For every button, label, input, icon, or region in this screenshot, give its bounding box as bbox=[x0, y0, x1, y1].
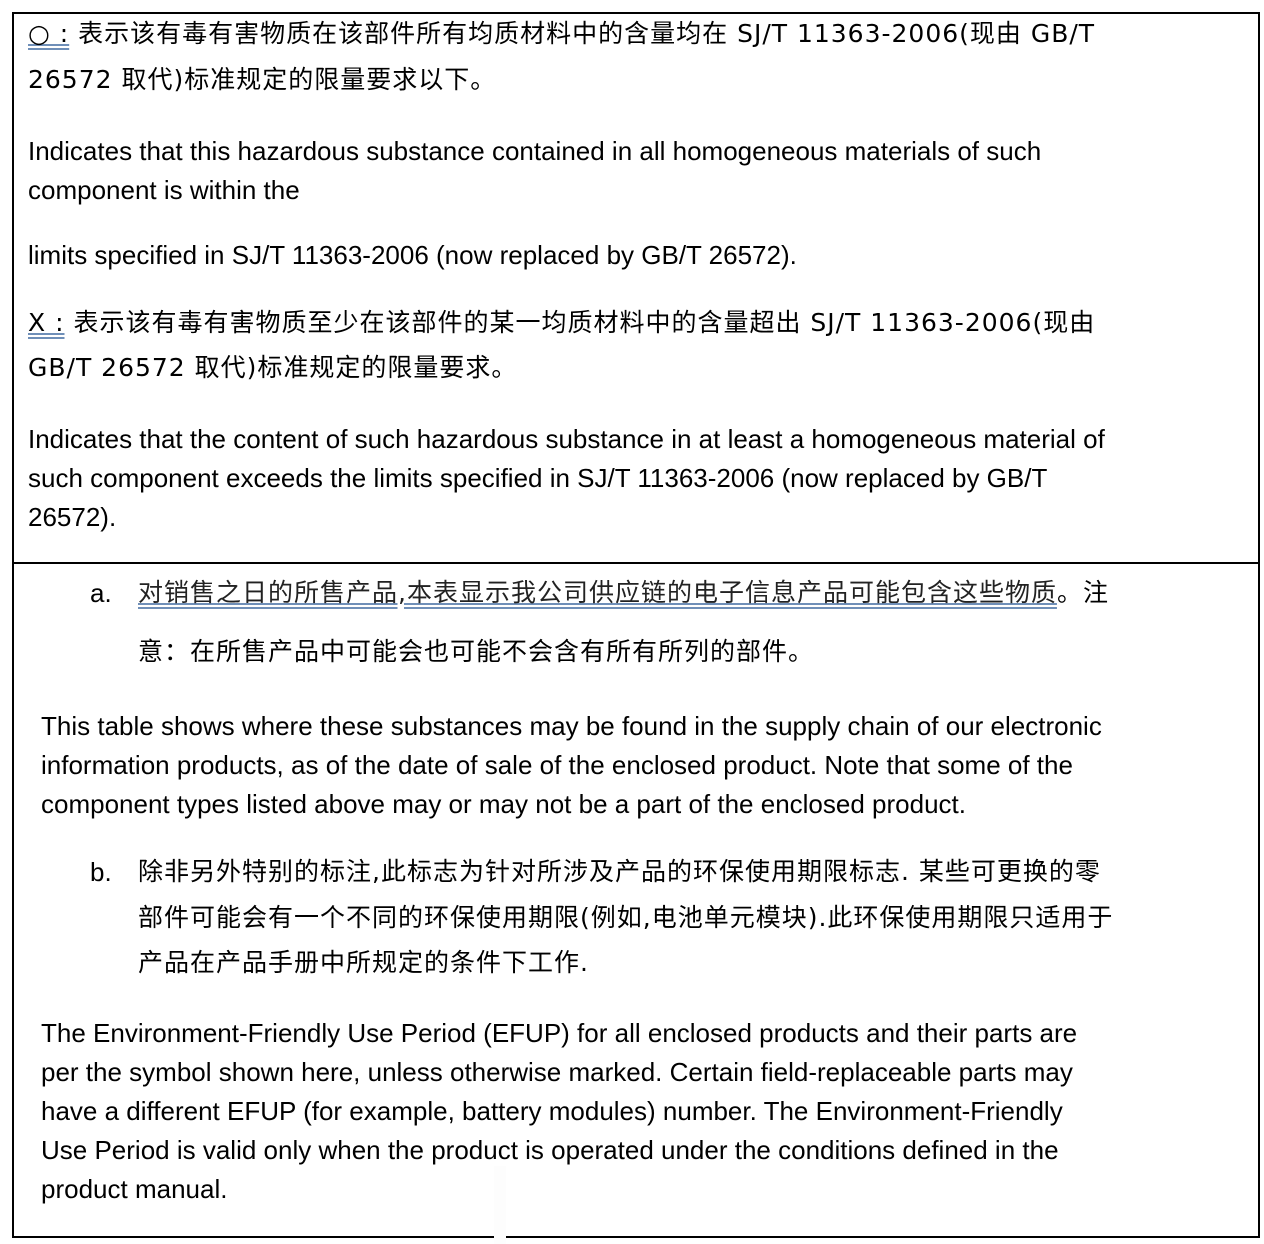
item-a-marker: a. bbox=[90, 578, 112, 608]
item-b-cn-line-1: 除非另外特别的标注,此标志为针对所涉及产品的环保使用期限标志. 某些可更换的零 bbox=[138, 857, 1101, 886]
x-symbol: X : bbox=[28, 308, 65, 337]
x-cn-line-1: X : 表示该有毒有害物质至少在该部件的某一均质材料中的含量超出 SJ/T 11… bbox=[28, 308, 1096, 337]
item-a-en-line-1: This table shows where these substances … bbox=[41, 711, 1102, 741]
item-a-cn-line-1: 对销售之日的所售产品,本表显示我公司供应链的电子信息产品可能包含这些物质。注 bbox=[138, 578, 1109, 607]
x-en-line-2: such component exceeds the limits specif… bbox=[28, 463, 1048, 493]
item-b-cn-line-2: 部件可能会有一个不同的环保使用期限(例如,电池单元模块).此环保使用期限只适用于 bbox=[138, 903, 1114, 932]
document-page: ○ : 表示该有毒有害物质在该部件所有均质材料中的含量均在 SJ/T 11363… bbox=[12, 12, 1260, 1238]
scan-artifact-strip bbox=[494, 1166, 506, 1244]
item-b-cn-line-3: 产品在产品手册中所规定的条件下工作. bbox=[138, 948, 589, 977]
circle-symbol: ○ : bbox=[28, 19, 70, 48]
item-a-cn-line-2: 意：在所售产品中可能会也可能不会含有所有所列的部件。 bbox=[138, 637, 815, 666]
circle-en-line-1: Indicates that this hazardous substance … bbox=[28, 136, 1042, 166]
notes-box: a. 对销售之日的所售产品,本表显示我公司供应链的电子信息产品可能包含这些物质。… bbox=[12, 564, 1260, 1238]
circle-en-line-2: component is within the bbox=[28, 175, 300, 205]
circle-en-line-3: limits specified in SJ/T 11363-2006 (now… bbox=[28, 240, 797, 270]
item-a-en-line-2: information products, as of the date of … bbox=[41, 750, 1073, 780]
circle-cn-line-2: 26572 取代)标准规定的限量要求以下。 bbox=[28, 65, 497, 94]
item-b-en-line-1: The Environment-Friendly Use Period (EFU… bbox=[41, 1018, 1078, 1048]
x-cn-line-2: GB/T 26572 取代)标准规定的限量要求。 bbox=[28, 353, 518, 382]
item-b-en-line-5: product manual. bbox=[41, 1174, 228, 1204]
item-a-en-line-3: component types listed above may or may … bbox=[41, 789, 966, 819]
item-b-marker: b. bbox=[90, 857, 112, 887]
item-b-en-line-2: per the symbol shown here, unless otherw… bbox=[41, 1057, 1073, 1087]
item-a-underlined-text: 对销售之日的所售产品,本表显示我公司供应链的电子信息产品可能包含这些物质 bbox=[138, 578, 1057, 607]
item-b-en-line-3: have a different EFUP (for example, batt… bbox=[41, 1096, 1063, 1126]
circle-cn-line-1: ○ : 表示该有毒有害物质在该部件所有均质材料中的含量均在 SJ/T 11363… bbox=[28, 19, 1096, 48]
legend-box: ○ : 表示该有毒有害物质在该部件所有均质材料中的含量均在 SJ/T 11363… bbox=[12, 12, 1260, 564]
x-en-line-3: 26572). bbox=[28, 502, 117, 532]
x-en-line-1: Indicates that the content of such hazar… bbox=[28, 424, 1105, 454]
item-b-en-line-4: Use Period is valid only when the produc… bbox=[41, 1135, 1059, 1165]
